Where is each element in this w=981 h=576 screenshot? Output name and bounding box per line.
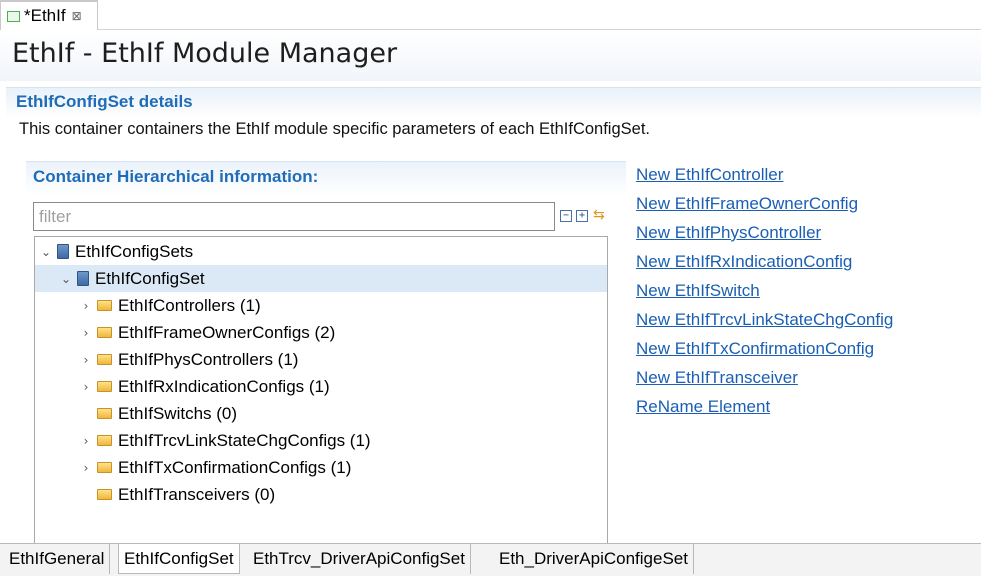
chevron-right-icon[interactable]: ›	[79, 434, 93, 448]
editor-tab-strip	[0, 0, 981, 30]
action-link[interactable]: New EthIfRxIndicationConfig	[636, 252, 852, 272]
page-title: EthIf - EthIf Module Manager	[12, 38, 398, 69]
folder-icon	[97, 489, 112, 500]
hierarchy-panel-title: Container Hierarchical information:	[33, 167, 319, 186]
tree-row[interactable]: › EthIfRxIndicationConfigs (1)	[35, 373, 607, 400]
folder-icon	[97, 381, 112, 392]
action-link[interactable]: New EthIfSwitch	[636, 281, 760, 301]
filter-input[interactable]	[33, 202, 555, 231]
tree-node-label: EthIfTxConfirmationConfigs (1)	[118, 457, 352, 477]
chevron-down-icon[interactable]: ⌄	[59, 272, 73, 286]
tree-node-label: EthIfConfigSet	[95, 268, 205, 288]
file-icon	[7, 10, 20, 22]
config-icon	[77, 271, 89, 286]
tree-row[interactable]: › EthIfPhysControllers (1)	[35, 346, 607, 373]
chevron-right-icon[interactable]: ›	[79, 461, 93, 475]
folder-icon	[97, 435, 112, 446]
editor-tab-label: *EthIf	[24, 6, 66, 25]
folder-icon	[97, 327, 112, 338]
chevron-right-icon[interactable]: ›	[79, 380, 93, 394]
bottom-tab[interactable]: EthIfConfigSet	[118, 544, 240, 574]
chevron-right-icon[interactable]: ›	[79, 299, 93, 313]
tree-node-label: EthIfTrcvLinkStateChgConfigs (1)	[118, 430, 371, 450]
folder-icon	[97, 354, 112, 365]
tree-row[interactable]: EthIfSwitchs (0)	[35, 400, 607, 427]
sync-icon[interactable]: ⇆	[593, 206, 605, 223]
tree-node-label: EthIfFrameOwnerConfigs (2)	[118, 322, 336, 342]
chevron-right-icon[interactable]: ›	[79, 326, 93, 340]
tree-node-label: EthIfTransceivers (0)	[118, 484, 276, 504]
tree-node-label: EthIfRxIndicationConfigs (1)	[118, 376, 330, 396]
tree-row[interactable]: › EthIfControllers (1)	[35, 292, 607, 319]
action-link[interactable]: New EthIfController	[636, 165, 783, 185]
bottom-tab[interactable]: EthIfGeneral	[4, 544, 111, 574]
action-link[interactable]: ReName Element	[636, 397, 770, 417]
collapse-all-icon[interactable]: −	[560, 210, 572, 222]
config-icon	[57, 244, 69, 259]
expand-all-icon[interactable]: +	[576, 210, 588, 222]
container-tree[interactable]: ⌄ EthIfConfigSets ⌄ EthIfConfigSet › EthIfCon…	[34, 236, 608, 546]
action-link[interactable]: New EthIfPhysController	[636, 223, 821, 243]
bottom-tab[interactable]: EthTrcv_DriverApiConfigSet	[248, 544, 471, 574]
tree-node-label: EthIfControllers (1)	[118, 295, 261, 315]
tree-row[interactable]: EthIfTransceivers (0)	[35, 481, 607, 508]
tree-node-label: EthIfPhysControllers (1)	[118, 349, 299, 369]
folder-icon	[97, 462, 112, 473]
chevron-right-icon[interactable]: ›	[79, 353, 93, 367]
action-link[interactable]: New EthIfTransceiver	[636, 368, 798, 388]
folder-icon	[97, 300, 112, 311]
tree-node-label: EthIfSwitchs (0)	[118, 403, 238, 423]
tree-row[interactable]: ⌄ EthIfConfigSet	[35, 265, 607, 292]
folder-icon	[97, 408, 112, 419]
tree-row[interactable]: ⌄ EthIfConfigSets	[35, 238, 607, 265]
action-link[interactable]: New EthIfFrameOwnerConfig	[636, 194, 858, 214]
section-description: This container containers the EthIf modu…	[19, 120, 650, 138]
chevron-down-icon[interactable]: ⌄	[39, 245, 53, 259]
close-icon[interactable]: ⊠	[72, 9, 82, 23]
tree-row[interactable]: › EthIfFrameOwnerConfigs (2)	[35, 319, 607, 346]
bottom-tab[interactable]: Eth_DriverApiConfigeSet	[494, 544, 694, 574]
tree-row[interactable]: › EthIfTxConfirmationConfigs (1)	[35, 454, 607, 481]
action-link[interactable]: New EthIfTxConfirmationConfig	[636, 339, 874, 359]
tree-row[interactable]: › EthIfTrcvLinkStateChgConfigs (1)	[35, 427, 607, 454]
tree-node-label: EthIfConfigSets	[75, 241, 194, 261]
section-title: EthIfConfigSet details	[16, 92, 193, 111]
action-link[interactable]: New EthIfTrcvLinkStateChgConfig	[636, 310, 893, 330]
editor-tab-ethif[interactable]: *EthIf ⊠	[0, 0, 98, 30]
